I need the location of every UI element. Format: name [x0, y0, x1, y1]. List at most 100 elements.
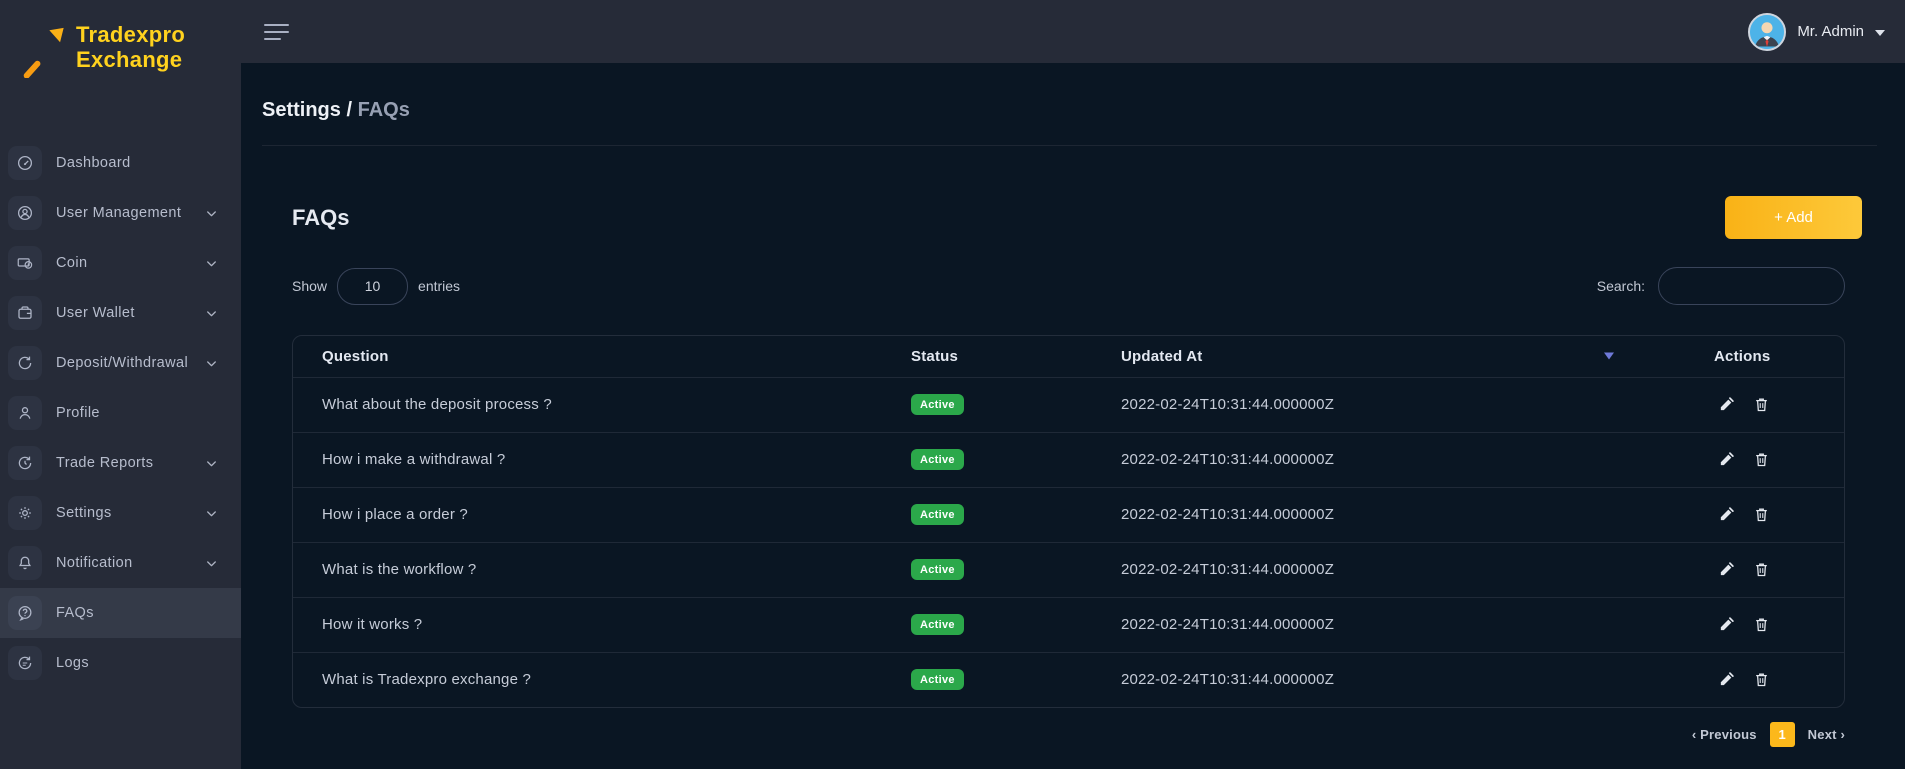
- sidebar-item-trade-reports[interactable]: Trade Reports: [0, 438, 241, 488]
- table-row: How i make a withdrawal ? Active 2022-02…: [293, 432, 1844, 487]
- sidebar-item-user-management[interactable]: User Management: [0, 188, 241, 238]
- column-header-question[interactable]: Question: [293, 336, 910, 377]
- user-management-icon: [8, 196, 42, 230]
- table-row: How i place a order ? Active 2022-02-24T…: [293, 487, 1844, 542]
- chevron-down-icon: [204, 506, 219, 521]
- table-row: What about the deposit process ? Active …: [293, 377, 1844, 432]
- column-header-updated-at[interactable]: Updated At: [1120, 336, 1704, 377]
- app-window: Tradexpro Exchange Dashboard User Manage…: [0, 0, 1905, 769]
- pagination-current-page[interactable]: 1: [1770, 722, 1795, 747]
- trash-icon: [1753, 506, 1770, 523]
- table-row: What is Tradexpro exchange ? Active 2022…: [293, 652, 1844, 707]
- entries-label: entries: [418, 278, 460, 294]
- hamburger-icon: [264, 24, 289, 26]
- trade-reports-icon: [8, 446, 42, 480]
- pencil-icon: [1718, 396, 1735, 413]
- sidebar-item-logs[interactable]: Logs: [0, 638, 241, 688]
- pagination: ‹ Previous 1 Next ›: [241, 722, 1845, 747]
- delete-button[interactable]: [1749, 668, 1774, 691]
- trash-icon: [1753, 561, 1770, 578]
- menu-toggle-button[interactable]: [262, 20, 291, 44]
- caret-down-icon: [1875, 30, 1885, 36]
- avatar: [1748, 13, 1786, 51]
- status-badge: Active: [911, 669, 964, 690]
- sidebar-item-profile[interactable]: Profile: [0, 388, 241, 438]
- sidebar-item-notification[interactable]: Notification: [0, 538, 241, 588]
- edit-button[interactable]: [1714, 448, 1739, 471]
- user-menu[interactable]: Mr. Admin: [1748, 13, 1885, 51]
- delete-button[interactable]: [1749, 503, 1774, 526]
- faq-table-card: Question Status Updated At Actions What …: [292, 335, 1845, 708]
- notification-icon: [8, 546, 42, 580]
- faq-updated-at: 2022-02-24T10:31:44.000000Z: [1120, 597, 1704, 652]
- pencil-icon: [1718, 561, 1735, 578]
- edit-button[interactable]: [1714, 558, 1739, 581]
- chevron-down-icon: [204, 556, 219, 571]
- column-header-status[interactable]: Status: [910, 336, 1120, 377]
- trash-icon: [1753, 451, 1770, 468]
- faq-question: What about the deposit process ?: [293, 377, 910, 432]
- table-row: How it works ? Active 2022-02-24T10:31:4…: [293, 597, 1844, 652]
- brand-name: Tradexpro Exchange: [76, 22, 185, 73]
- profile-icon: [8, 396, 42, 430]
- sidebar-item-dashboard[interactable]: Dashboard: [0, 138, 241, 188]
- delete-button[interactable]: [1749, 393, 1774, 416]
- add-button[interactable]: + Add: [1725, 196, 1862, 239]
- breadcrumb-current: FAQs: [358, 99, 410, 121]
- faq-updated-at: 2022-02-24T10:31:44.000000Z: [1120, 432, 1704, 487]
- page-size-select[interactable]: 10: [337, 268, 408, 305]
- delete-button[interactable]: [1749, 613, 1774, 636]
- pencil-icon: [1718, 671, 1735, 688]
- faq-updated-at: 2022-02-24T10:31:44.000000Z: [1120, 652, 1704, 707]
- table-row: What is the workflow ? Active 2022-02-24…: [293, 542, 1844, 597]
- main-area: Mr. Admin Settings / FAQs FAQs + Add Sho…: [241, 0, 1905, 769]
- sidebar-nav: Dashboard User Management Coin User Wall…: [0, 138, 241, 688]
- page-title: FAQs: [292, 205, 349, 231]
- dashboard-icon: [8, 146, 42, 180]
- pencil-icon: [1718, 506, 1735, 523]
- sidebar-item-faqs[interactable]: FAQs: [0, 588, 241, 638]
- status-badge: Active: [911, 394, 964, 415]
- breadcrumb: Settings / FAQs: [262, 99, 1905, 122]
- faq-updated-at: 2022-02-24T10:31:44.000000Z: [1120, 377, 1704, 432]
- sort-descending-icon: [1604, 353, 1614, 360]
- sidebar-item-deposit-withdrawal[interactable]: Deposit/Withdrawal: [0, 338, 241, 388]
- status-badge: Active: [911, 504, 964, 525]
- show-label: Show: [292, 278, 327, 294]
- chevron-down-icon: [204, 356, 219, 371]
- faq-table: Question Status Updated At Actions What …: [293, 336, 1844, 707]
- edit-button[interactable]: [1714, 613, 1739, 636]
- user-name: Mr. Admin: [1797, 23, 1864, 40]
- logo[interactable]: Tradexpro Exchange: [0, 0, 241, 90]
- trash-icon: [1753, 616, 1770, 633]
- sidebar-item-settings[interactable]: Settings: [0, 488, 241, 538]
- breadcrumb-separator: /: [346, 99, 352, 121]
- entries-length-control: Show 10 entries: [292, 268, 460, 305]
- chevron-down-icon: [204, 306, 219, 321]
- trash-icon: [1753, 396, 1770, 413]
- breadcrumb-divider: [262, 145, 1877, 146]
- chevron-down-icon: [204, 456, 219, 471]
- user-wallet-icon: [8, 296, 42, 330]
- pagination-next[interactable]: Next ›: [1808, 727, 1845, 742]
- pagination-previous[interactable]: ‹ Previous: [1692, 727, 1757, 742]
- breadcrumb-section: Settings: [262, 99, 341, 121]
- faq-question: How i place a order ?: [293, 487, 910, 542]
- brand-arrow-icon: [12, 16, 70, 78]
- edit-button[interactable]: [1714, 503, 1739, 526]
- column-header-actions: Actions: [1704, 336, 1844, 377]
- search-input[interactable]: [1658, 267, 1845, 305]
- sidebar-item-coin[interactable]: Coin: [0, 238, 241, 288]
- faq-question: How it works ?: [293, 597, 910, 652]
- search-control: Search:: [1597, 267, 1845, 305]
- delete-button[interactable]: [1749, 448, 1774, 471]
- search-label: Search:: [1597, 278, 1645, 294]
- edit-button[interactable]: [1714, 668, 1739, 691]
- status-badge: Active: [911, 614, 964, 635]
- coin-icon: [8, 246, 42, 280]
- delete-button[interactable]: [1749, 558, 1774, 581]
- sidebar-item-user-wallet[interactable]: User Wallet: [0, 288, 241, 338]
- settings-icon: [8, 496, 42, 530]
- edit-button[interactable]: [1714, 393, 1739, 416]
- deposit-withdrawal-icon: [8, 346, 42, 380]
